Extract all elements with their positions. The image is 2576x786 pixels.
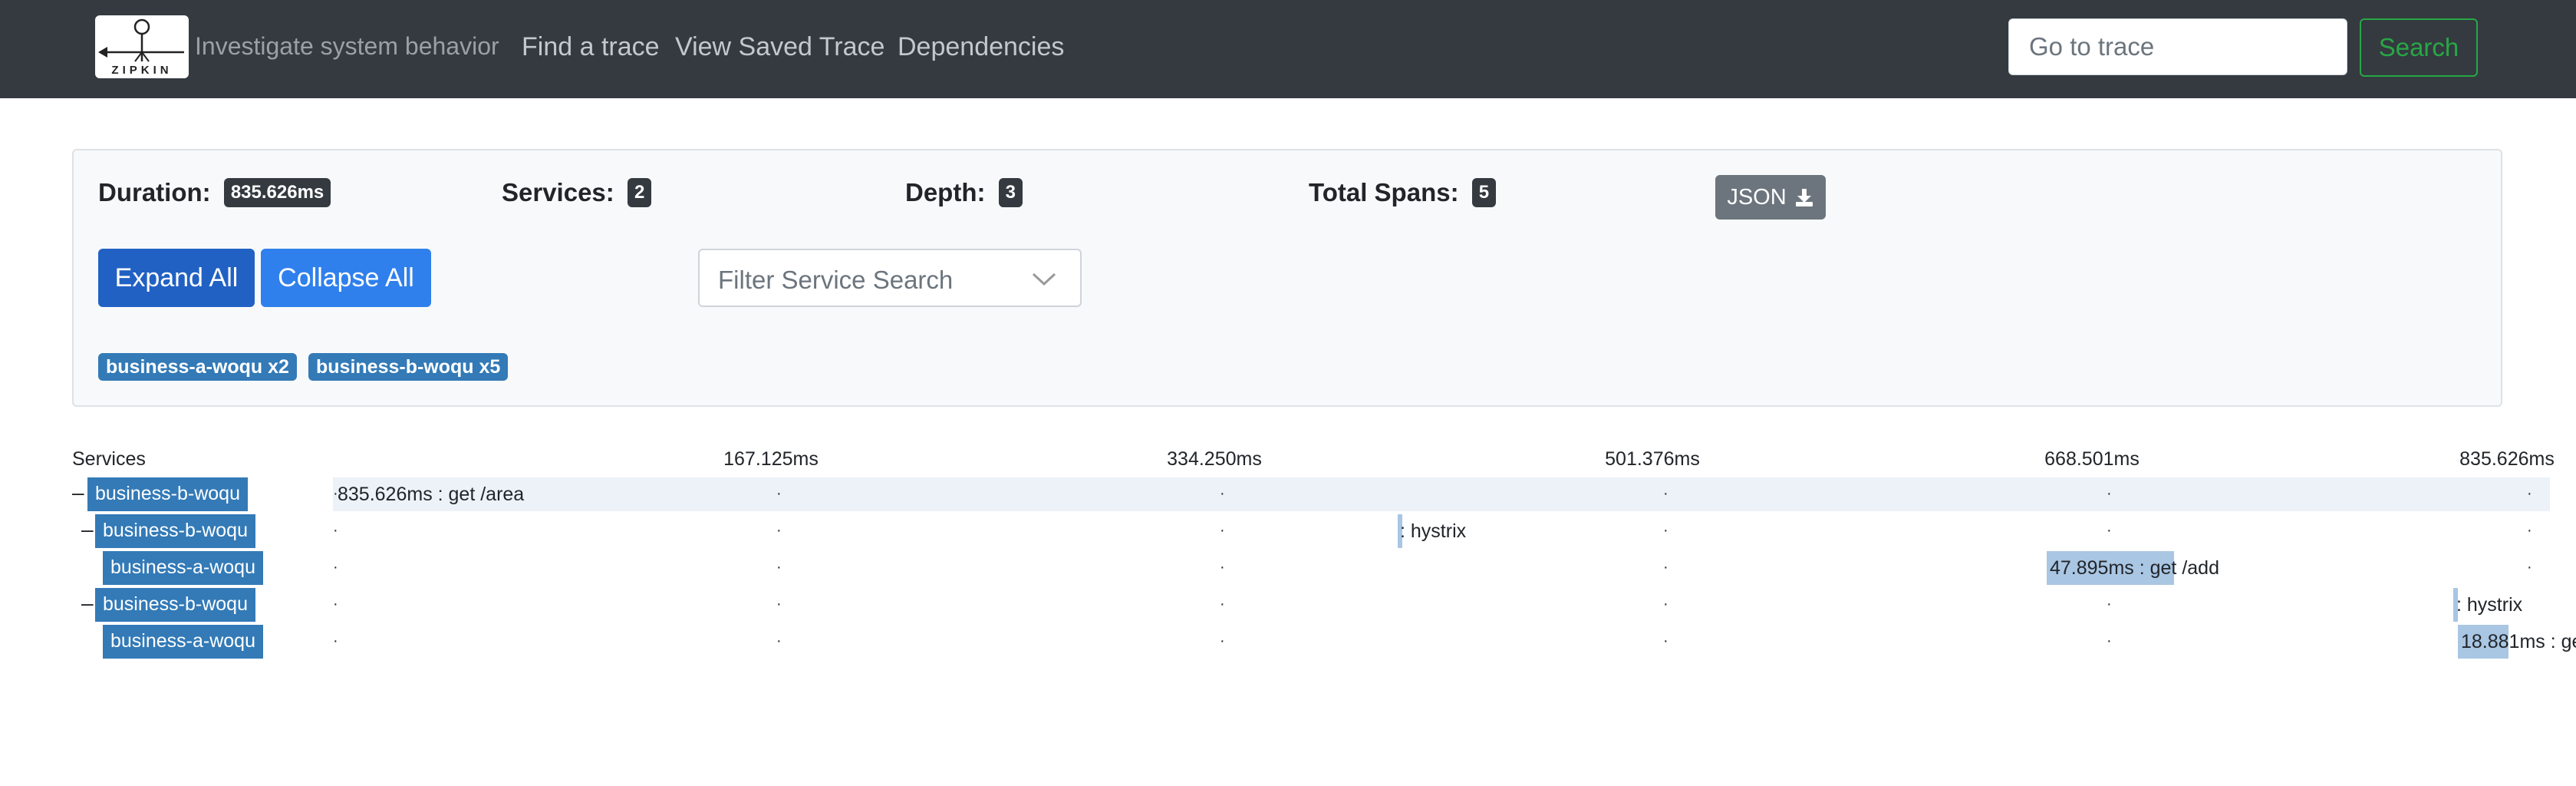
total-spans-stat: Total Spans: 5 xyxy=(1309,178,1497,207)
nav-find-trace[interactable]: Find a trace xyxy=(522,32,660,62)
duration-badge: 835.626ms xyxy=(223,178,331,207)
tick-dot: · xyxy=(2527,522,2532,539)
duration-stat: Duration: 835.626ms xyxy=(98,178,331,207)
collapse-all-button[interactable]: Collapse All xyxy=(261,249,431,307)
service-name[interactable]: business-b-woqu xyxy=(95,514,255,548)
service-name[interactable]: business-b-woqu xyxy=(87,477,248,511)
span-row-clip: business-a-woqu · · · · · 18.881ms : get xyxy=(72,625,2576,659)
go-to-trace-input[interactable] xyxy=(2008,18,2347,75)
tick-dot: · xyxy=(776,522,782,539)
tick-dot: · xyxy=(1663,596,1668,613)
filter-service-select[interactable]: Filter Service Search xyxy=(698,249,1082,307)
service-name[interactable]: business-b-woqu xyxy=(95,588,255,622)
tick-dot: · xyxy=(2107,522,2112,539)
service-name[interactable]: business-a-woqu xyxy=(103,625,263,659)
tick-label: 835.626ms xyxy=(2459,448,2555,470)
span-label: : hystrix xyxy=(1400,520,1467,542)
depth-stat: Depth: 3 xyxy=(905,178,1023,207)
span-label: 18.881ms : get xyxy=(2461,631,2576,652)
tick-dot: · xyxy=(1220,522,1225,539)
logo-text: ZIPKIN xyxy=(111,64,173,77)
duration-label: Duration: xyxy=(98,178,211,206)
tick-dot: · xyxy=(333,559,338,576)
chevron-down-icon xyxy=(1032,272,1056,286)
tick-dot: · xyxy=(2107,485,2112,502)
tick-label: 501.376ms xyxy=(1605,448,1700,470)
trace-summary-card: Duration: 835.626ms Services: 2 Depth: 3… xyxy=(72,149,2502,407)
nav-dependencies[interactable]: Dependencies xyxy=(898,32,1064,62)
span-label: 835.626ms : get /area xyxy=(338,484,525,505)
filter-placeholder: Filter Service Search xyxy=(718,266,954,294)
span-row[interactable]: – business-b-woqu · · · · · · : hystrix xyxy=(72,514,2550,548)
collapse-toggle[interactable]: – xyxy=(72,481,84,505)
services-stat: Services: 2 xyxy=(502,178,652,207)
tick-dot: · xyxy=(776,559,782,576)
span-row[interactable]: business-a-woqu · · · · · 18.881ms : get xyxy=(72,625,2576,659)
tick-dot: · xyxy=(2527,485,2532,502)
collapse-toggle[interactable]: – xyxy=(81,591,94,616)
services-column-header: Services xyxy=(72,448,146,470)
span-row[interactable]: – business-b-woqu · · · · · · 835.626ms … xyxy=(72,477,2550,511)
tick-dot: · xyxy=(2527,559,2532,576)
tick-dot: · xyxy=(1220,485,1225,502)
depth-label: Depth: xyxy=(905,178,986,206)
nav-view-saved-trace[interactable]: View Saved Trace xyxy=(675,32,884,62)
depth-badge: 3 xyxy=(998,178,1023,207)
services-label: Services: xyxy=(502,178,614,206)
download-icon xyxy=(1795,189,1813,206)
tick-dot: · xyxy=(776,632,782,649)
tick-dot: · xyxy=(1663,485,1668,502)
tick-dot: · xyxy=(1220,632,1225,649)
navbar: ZIPKIN Investigate system behavior Find … xyxy=(0,0,2576,98)
span-row[interactable]: – business-b-woqu · · · · · : hystrix xyxy=(72,588,2550,622)
tick-label: 167.125ms xyxy=(723,448,819,470)
tick-dot: · xyxy=(1663,559,1668,576)
expand-all-button[interactable]: Expand All xyxy=(98,249,255,307)
service-name[interactable]: business-a-woqu xyxy=(103,551,263,585)
json-download-button[interactable]: JSON xyxy=(1715,175,1826,220)
span-label: 47.895ms : get /add xyxy=(2050,557,2219,579)
tick-label: 668.501ms xyxy=(2044,448,2140,470)
row-highlight xyxy=(333,477,2550,511)
search-button[interactable]: Search xyxy=(2360,18,2478,77)
service-tag-business-a[interactable]: business-a-woqu x2 xyxy=(98,353,297,381)
tick-dot: · xyxy=(333,632,338,649)
collapse-toggle[interactable]: – xyxy=(81,517,94,542)
tick-dot: · xyxy=(1220,559,1225,576)
tick-dot: · xyxy=(2107,632,2112,649)
zipkin-logo[interactable]: ZIPKIN xyxy=(95,15,189,78)
span-row[interactable]: business-a-woqu · · · · · 47.895ms : get… xyxy=(72,551,2550,585)
tick-dot: · xyxy=(1663,632,1668,649)
tick-dot: · xyxy=(333,596,338,613)
total-spans-badge: 5 xyxy=(1471,178,1497,207)
tick-dot: · xyxy=(333,522,338,539)
tick-dot: · xyxy=(776,485,782,502)
tagline: Investigate system behavior xyxy=(195,32,499,60)
service-tag-business-b[interactable]: business-b-woqu x5 xyxy=(308,353,509,381)
tick-label: 334.250ms xyxy=(1167,448,1262,470)
services-badge: 2 xyxy=(627,178,652,207)
span-label: : hystrix xyxy=(2456,594,2523,616)
tick-dot: · xyxy=(1663,522,1668,539)
tick-dot: · xyxy=(1220,596,1225,613)
total-spans-label: Total Spans: xyxy=(1309,178,1459,206)
json-label: JSON xyxy=(1727,184,1787,210)
tick-dot: · xyxy=(2107,596,2112,613)
tick-dot: · xyxy=(776,596,782,613)
